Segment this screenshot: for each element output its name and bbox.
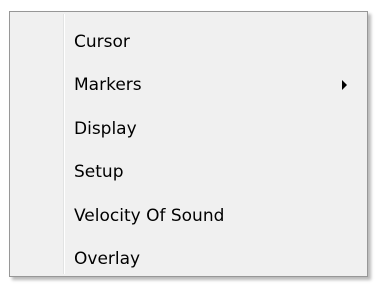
menu-item-label: Setup [74, 162, 124, 183]
menu-item-display[interactable]: Display [12, 107, 365, 151]
chevron-right-icon [342, 80, 347, 91]
menu-item-overlay[interactable]: Overlay [12, 238, 365, 282]
context-menu-items: Cursor Markers Display Setup Velocity Of… [12, 20, 365, 281]
menu-item-velocity-of-sound[interactable]: Velocity Of Sound [12, 194, 365, 238]
menu-item-label: Overlay [74, 249, 141, 270]
menu-item-markers[interactable]: Markers [12, 64, 365, 108]
menu-item-cursor[interactable]: Cursor [12, 20, 365, 64]
context-menu: Cursor Markers Display Setup Velocity Of… [9, 11, 368, 277]
menu-item-label: Display [74, 118, 137, 139]
menu-item-label: Markers [74, 75, 142, 96]
menu-item-label: Cursor [74, 31, 130, 52]
menu-item-label: Velocity Of Sound [74, 205, 225, 226]
menu-item-setup[interactable]: Setup [12, 151, 365, 195]
